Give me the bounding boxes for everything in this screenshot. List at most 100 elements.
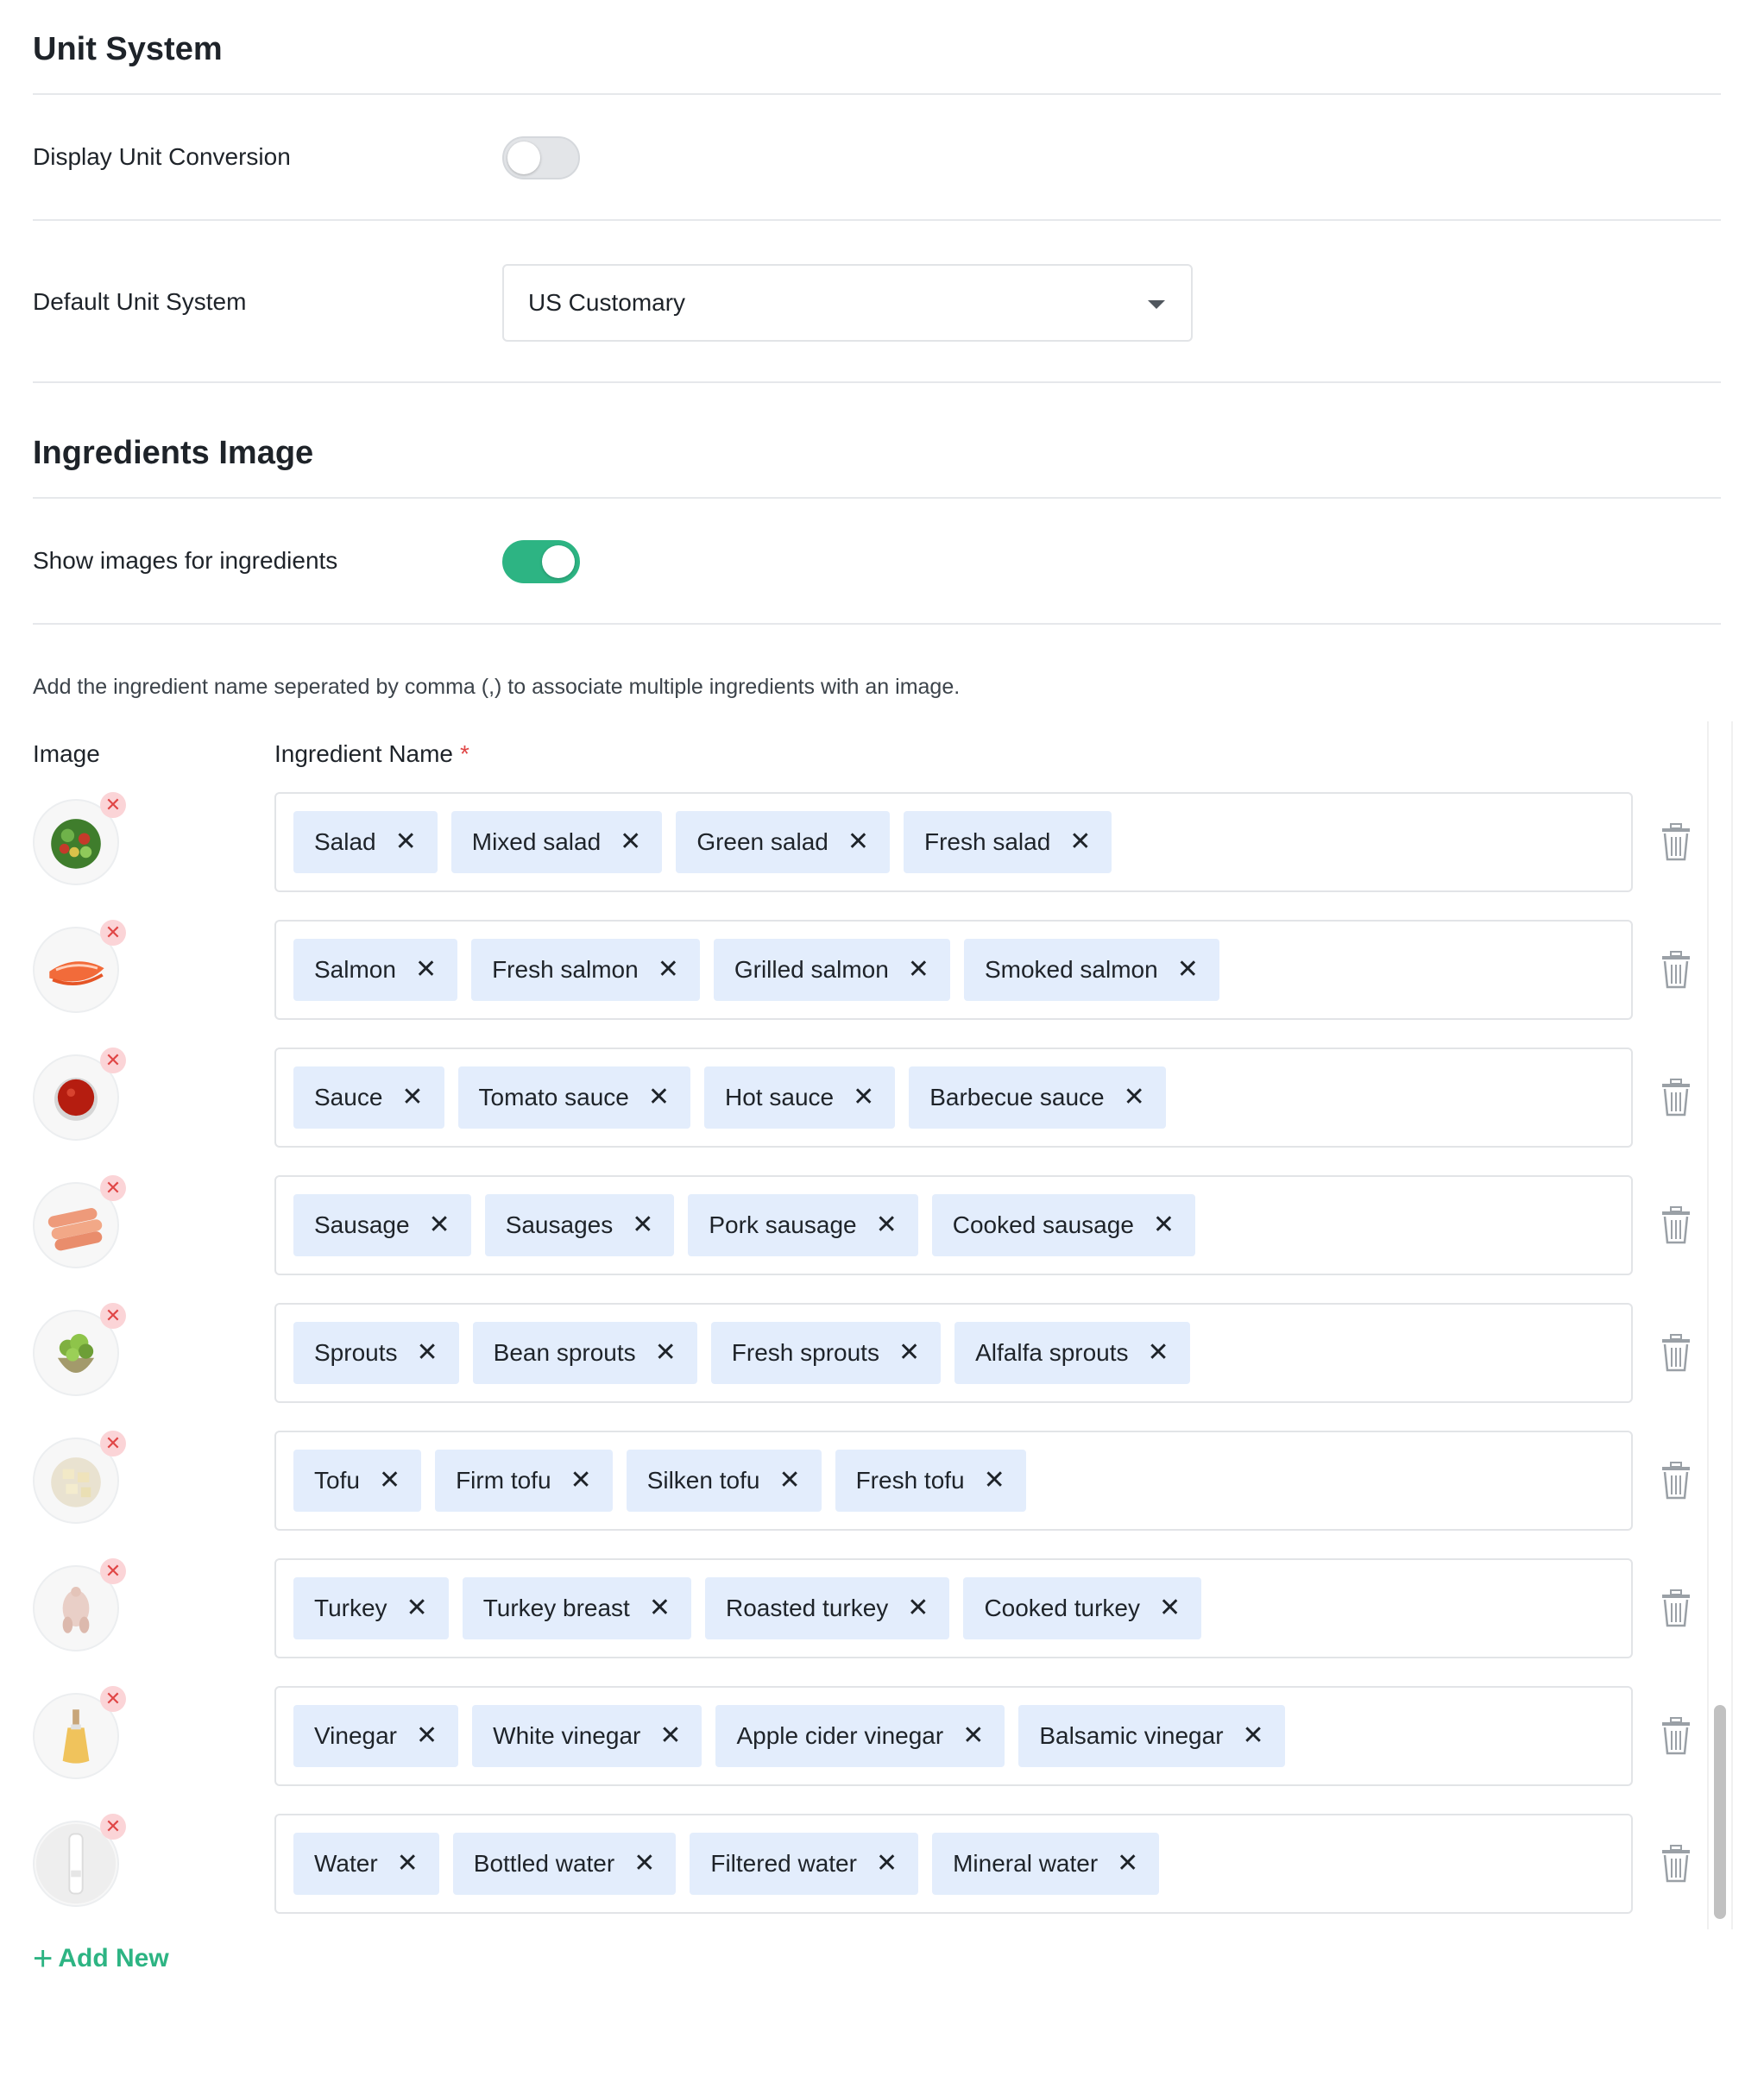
ingredient-tags-input[interactable]: Vinegar ✕ White vinegar ✕ Apple cider vinega…: [274, 1686, 1633, 1786]
tag-remove-icon[interactable]: ✕: [1153, 1212, 1175, 1238]
tag-remove-icon[interactable]: ✕: [395, 829, 417, 855]
tag-remove-icon[interactable]: ✕: [570, 1468, 592, 1494]
tag-remove-icon[interactable]: ✕: [1117, 1851, 1138, 1877]
remove-image-button[interactable]: ✕: [100, 1175, 126, 1201]
tag-remove-icon[interactable]: ✕: [1159, 1595, 1181, 1621]
ingredient-row: ✕ Turkey ✕ Turkey breast ✕ Roasted turkey ✕ Coo…: [0, 1558, 1764, 1658]
remove-image-button[interactable]: ✕: [100, 1686, 126, 1712]
ingredient-tag: Salad ✕: [293, 811, 438, 873]
tag-remove-icon[interactable]: ✕: [962, 1723, 984, 1749]
tag-remove-icon[interactable]: ✕: [1243, 1723, 1264, 1749]
ingredient-tag: Mixed salad ✕: [450, 811, 663, 873]
trash-icon[interactable]: [1660, 1845, 1692, 1883]
tag-remove-icon[interactable]: ✕: [633, 1851, 655, 1877]
tag-remove-icon[interactable]: ✕: [876, 1212, 898, 1238]
tag-remove-icon[interactable]: ✕: [1148, 1340, 1169, 1366]
ingredient-tag-label: Bean sprouts: [493, 1339, 636, 1366]
ingredient-tag: Salmon ✕: [293, 939, 458, 1001]
tag-remove-icon[interactable]: ✕: [1177, 957, 1199, 983]
ingredient-tag-label: Barbecue sauce: [929, 1084, 1105, 1110]
tag-remove-icon[interactable]: ✕: [406, 1595, 428, 1621]
ingredient-tags-input[interactable]: Tofu ✕ Firm tofu ✕ Silken tofu ✕ Fresh tofu ✕: [274, 1431, 1633, 1531]
tag-remove-icon[interactable]: ✕: [1124, 1085, 1145, 1110]
tag-remove-icon[interactable]: ✕: [655, 1340, 677, 1366]
tag-remove-icon[interactable]: ✕: [632, 1212, 653, 1238]
ingredient-tag: Sauce ✕: [293, 1066, 444, 1129]
tag-remove-icon[interactable]: ✕: [417, 1340, 438, 1366]
tag-remove-icon[interactable]: ✕: [659, 1723, 681, 1749]
ingredient-row: ✕ Sprouts ✕ Bean sprouts ✕ Fresh sprouts ✕ Alfa…: [0, 1303, 1764, 1403]
tag-remove-icon[interactable]: ✕: [401, 1085, 423, 1110]
ingredient-tag: Sausages ✕: [484, 1194, 675, 1256]
tag-remove-icon[interactable]: ✕: [847, 829, 869, 855]
display-unit-conversion-label: Display Unit Conversion: [33, 143, 291, 170]
tag-remove-icon[interactable]: ✕: [778, 1468, 800, 1494]
trash-icon[interactable]: [1660, 1462, 1692, 1500]
trash-icon[interactable]: [1660, 1079, 1692, 1117]
ingredient-tag: Green salad ✕: [676, 811, 890, 873]
remove-image-button[interactable]: ✕: [100, 1558, 126, 1584]
ingredient-tags-input[interactable]: Sauce ✕ Tomato sauce ✕ Hot sauce ✕ Barbecue sa…: [274, 1048, 1633, 1148]
tag-remove-icon[interactable]: ✕: [397, 1851, 419, 1877]
scrollbar-thumb[interactable]: [1714, 1705, 1726, 1919]
ingredient-tags-input[interactable]: Salmon ✕ Fresh salmon ✕ Grilled salmon ✕ Smoke…: [274, 920, 1633, 1020]
tag-remove-icon[interactable]: ✕: [1069, 829, 1091, 855]
ingredient-tag: Water ✕: [293, 1833, 439, 1895]
tag-remove-icon[interactable]: ✕: [908, 957, 929, 983]
ingredient-tag-label: Sprouts: [314, 1339, 398, 1366]
tag-remove-icon[interactable]: ✕: [620, 829, 641, 855]
tag-remove-icon[interactable]: ✕: [907, 1595, 929, 1621]
ingredient-tag: Filtered water ✕: [690, 1833, 919, 1895]
ingredient-tags-input[interactable]: Sausage ✕ Sausages ✕ Pork sausage ✕ Cooked sau…: [274, 1175, 1633, 1275]
trash-icon[interactable]: [1660, 1206, 1692, 1244]
ingredient-tags-input[interactable]: Sprouts ✕ Bean sprouts ✕ Fresh sprouts ✕ Alfal…: [274, 1303, 1633, 1403]
ingredient-tags-input[interactable]: Water ✕ Bottled water ✕ Filtered water ✕ Miner…: [274, 1814, 1633, 1914]
tag-remove-icon[interactable]: ✕: [429, 1212, 450, 1238]
ingredient-tag-label: Salad: [314, 828, 376, 855]
trash-icon[interactable]: [1660, 823, 1692, 861]
divider: [33, 623, 1721, 625]
ingredient-name-header-text: Ingredient Name: [274, 740, 454, 767]
trash-icon[interactable]: [1660, 1334, 1692, 1372]
trash-icon[interactable]: [1660, 1717, 1692, 1755]
trash-icon[interactable]: [1660, 1589, 1692, 1627]
show-images-toggle[interactable]: [502, 540, 580, 583]
divider: [33, 497, 1721, 499]
ingredient-tag-label: Alfalfa sprouts: [975, 1339, 1129, 1366]
add-new-label: Add New: [58, 1944, 169, 1972]
default-unit-system-select[interactable]: US Customary: [502, 264, 1193, 342]
trash-icon[interactable]: [1660, 951, 1692, 989]
ingredient-tag-label: Bottled water: [473, 1850, 615, 1877]
tag-remove-icon[interactable]: ✕: [876, 1851, 898, 1877]
ingredient-tag: Fresh salad ✕: [904, 811, 1112, 873]
remove-image-button[interactable]: ✕: [100, 1814, 126, 1840]
tag-remove-icon[interactable]: ✕: [984, 1468, 1005, 1494]
tag-remove-icon[interactable]: ✕: [649, 1595, 671, 1621]
tag-remove-icon[interactable]: ✕: [416, 1723, 438, 1749]
ingredient-tag-label: Green salad: [696, 828, 828, 855]
remove-image-button[interactable]: ✕: [100, 1303, 126, 1329]
ingredient-tag: Vinegar ✕: [293, 1705, 459, 1767]
ingredient-tag-label: Salmon: [314, 956, 396, 983]
add-new-button[interactable]: + Add New: [33, 1941, 169, 1976]
tag-remove-icon[interactable]: ✕: [415, 957, 437, 983]
tag-remove-icon[interactable]: ✕: [379, 1468, 400, 1494]
tag-remove-icon[interactable]: ✕: [853, 1085, 874, 1110]
divider: [33, 381, 1721, 383]
ingredients-image-title: Ingredients Image: [33, 435, 314, 471]
ingredient-tag-label: Pork sausage: [709, 1211, 857, 1238]
tag-remove-icon[interactable]: ✕: [658, 957, 679, 983]
image-column-header: Image: [33, 740, 100, 767]
tag-remove-icon[interactable]: ✕: [648, 1085, 670, 1110]
tag-remove-icon[interactable]: ✕: [898, 1340, 920, 1366]
display-unit-conversion-toggle[interactable]: [502, 136, 580, 179]
ingredient-tag: Barbecue sauce ✕: [909, 1066, 1166, 1129]
ingredient-tags-input[interactable]: Salad ✕ Mixed salad ✕ Green salad ✕ Fresh sala…: [274, 792, 1633, 892]
ingredient-tag: Apple cider vinegar ✕: [715, 1705, 1005, 1767]
remove-image-button[interactable]: ✕: [100, 1431, 126, 1456]
remove-image-button[interactable]: ✕: [100, 792, 126, 818]
ingredient-name-column-header: Ingredient Name *: [274, 740, 469, 768]
ingredient-tags-input[interactable]: Turkey ✕ Turkey breast ✕ Roasted turkey ✕ Cook…: [274, 1558, 1633, 1658]
remove-image-button[interactable]: ✕: [100, 920, 126, 946]
remove-image-button[interactable]: ✕: [100, 1048, 126, 1073]
